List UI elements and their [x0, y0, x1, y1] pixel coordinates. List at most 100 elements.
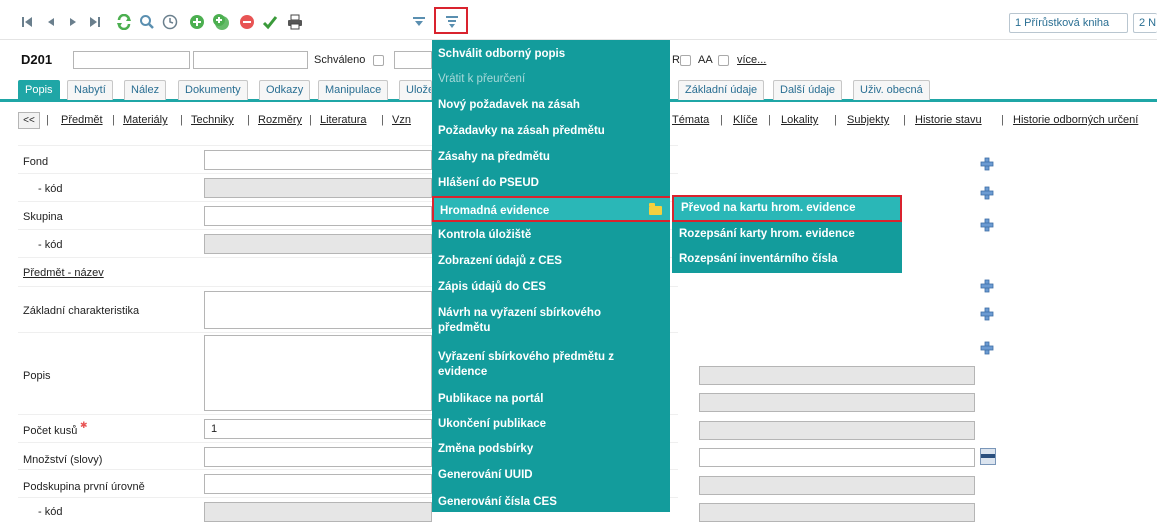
podskupina-right-field [699, 476, 975, 495]
podskupina-field[interactable] [204, 474, 432, 494]
schvaleno-label: Schváleno [314, 54, 366, 66]
menu-schvalit-odborny-popis[interactable]: Schválit odborný popis [438, 47, 565, 62]
copy-icon[interactable] [212, 13, 230, 31]
back-button[interactable]: << [18, 112, 40, 129]
fond-kod-field [204, 178, 432, 198]
menu-kontrola-uloziste[interactable]: Kontrola úložiště [438, 228, 531, 243]
record-field-3[interactable] [394, 51, 432, 69]
menu-ukonceni-publikace[interactable]: Ukončení publikace [438, 417, 546, 432]
predmet-nazev-add-icon[interactable] [980, 279, 994, 293]
tab-ulozeni[interactable]: Uložen [399, 80, 432, 100]
subnav-materialy[interactable]: Materiály [123, 114, 168, 126]
subnav-lokality[interactable]: Lokality [781, 114, 818, 126]
popis-field[interactable] [204, 335, 432, 411]
record-field-2[interactable] [193, 51, 308, 69]
submenu-prevod-na-kartu[interactable]: Převod na kartu hrom. evidence [672, 195, 902, 222]
fond-kod-add-icon[interactable] [980, 186, 994, 200]
popis-right-field-2 [699, 393, 975, 412]
subnav-subjekty[interactable]: Subjekty [847, 114, 889, 126]
next-icon[interactable] [64, 13, 82, 31]
tab-manipulace[interactable]: Manipulace [318, 80, 389, 100]
tab-nabyti[interactable]: Nabytí [67, 80, 113, 100]
tab-popis[interactable]: Popis [18, 80, 60, 100]
search-icon[interactable] [138, 13, 156, 31]
predmet-nazev-link[interactable]: Předmět - název [23, 267, 104, 279]
fond-field[interactable] [204, 150, 432, 170]
menu-zapis-ces[interactable]: Zápis údajů do CES [438, 280, 546, 295]
popis-label: Popis [23, 370, 51, 382]
fond-kod-label: - kód [38, 183, 63, 195]
subnav-klice[interactable]: Klíče [733, 114, 757, 126]
fond-add-icon[interactable] [980, 157, 994, 171]
podskupina-kod-label: - kód [38, 506, 63, 518]
pocet-kusu-field[interactable]: 1 [204, 419, 432, 439]
popis-add-icon[interactable] [980, 341, 994, 355]
zakladni-charakteristika-field[interactable] [204, 291, 432, 329]
subnav-predmet[interactable]: Předmět [61, 114, 103, 126]
r-label: R [672, 54, 680, 66]
pocet-kusu-label: Počet kusů [23, 425, 78, 437]
menu-vyrazeni-z-evidence[interactable]: Vyřazení sbírkového předmětu z evidence [438, 350, 648, 380]
tab-dalsi-udaje[interactable]: Další údaje [773, 80, 843, 100]
print-icon[interactable] [286, 13, 304, 31]
menu-generovani-cisla-ces[interactable]: Generování čísla CES [438, 495, 557, 510]
menu-vratit-k-preurceni: Vrátit k přeurčení [438, 73, 526, 85]
menu-generovani-uuid[interactable]: Generování UUID [438, 468, 533, 483]
aa-checkbox[interactable] [718, 55, 729, 66]
actions-menu: Schválit odborný popis Vrátit k přeurčen… [432, 40, 670, 512]
clock-icon[interactable] [161, 13, 179, 31]
prev-icon[interactable] [42, 13, 60, 31]
first-icon[interactable] [18, 13, 36, 31]
zakladni-char-add-icon[interactable] [980, 307, 994, 321]
menu-novy-pozadavek[interactable]: Nový požadavek na zásah [438, 98, 580, 113]
menu-pozadavky-na-zasah[interactable]: Požadavky na zásah předmětu [438, 124, 605, 139]
folder-icon [649, 203, 662, 215]
tab-dokumenty[interactable]: Dokumenty [178, 80, 248, 100]
mnozstvi-picker-icon[interactable] [980, 448, 996, 465]
record-field-1[interactable] [73, 51, 190, 69]
filter-icon[interactable] [410, 13, 428, 31]
prirustkova-kniha-button[interactable]: 1 Přírůstková kniha [1009, 13, 1128, 33]
subnav-techniky[interactable]: Techniky [191, 114, 234, 126]
tab-odkazy[interactable]: Odkazy [259, 80, 311, 100]
add-icon[interactable] [188, 13, 206, 31]
skupina-kod-field [204, 234, 432, 254]
menu-hromadna-evidence[interactable]: Hromadná evidence [432, 196, 670, 222]
menu-zasahy-na-predmetu[interactable]: Zásahy na předmětu [438, 150, 550, 165]
schvaleno-checkbox[interactable] [373, 55, 384, 66]
podskupina-label: Podskupina první úrovně [23, 481, 145, 493]
subnav-temata[interactable]: Témata [672, 114, 709, 126]
tab-nalez[interactable]: Nález [124, 80, 167, 100]
tab-uziv-obecna[interactable]: Uživ. obecná [853, 80, 930, 100]
record-code: D201 [21, 52, 53, 67]
subnav-historie-urceni[interactable]: Historie odborných určení [1013, 114, 1138, 126]
menu-zmena-podsbirky[interactable]: Změna podsbírky [438, 442, 533, 457]
second-book-button[interactable]: 2 N [1133, 13, 1157, 33]
submenu-rozepsani-karty[interactable]: Rozepsání karty hrom. evidence [679, 228, 855, 240]
skupina-add-icon[interactable] [980, 218, 994, 232]
aa-label: AA [698, 54, 713, 66]
hromadna-evidence-submenu: Převod na kartu hrom. evidence Rozepsání… [672, 195, 902, 273]
mnozstvi-field[interactable] [204, 447, 432, 467]
subnav-vzn[interactable]: Vzn [392, 114, 432, 126]
delete-icon[interactable] [238, 13, 256, 31]
subnav-literatura[interactable]: Literatura [320, 114, 366, 126]
required-asterisk: ✱ [80, 420, 88, 430]
podskupina-kod-field [204, 502, 432, 522]
check-icon[interactable] [261, 13, 279, 31]
menu-zobrazeni-ces[interactable]: Zobrazení údajů z CES [438, 254, 562, 269]
subnav-rozmery[interactable]: Rozměry [258, 114, 302, 126]
skupina-field[interactable] [204, 206, 432, 226]
refresh-icon[interactable] [115, 13, 133, 31]
r-checkbox[interactable] [680, 55, 691, 66]
last-icon[interactable] [86, 13, 104, 31]
subnav-historie-stavu[interactable]: Historie stavu [915, 114, 982, 126]
menu-publikace-na-portal[interactable]: Publikace na portál [438, 392, 543, 407]
menu-hlaseni-do-pseud[interactable]: Hlášení do PSEUD [438, 176, 539, 191]
mnozstvi-right-field[interactable] [699, 448, 975, 467]
tab-zakladni-udaje[interactable]: Základní údaje [678, 80, 765, 100]
vice-link[interactable]: více... [737, 54, 766, 66]
menu-navrh-na-vyrazeni[interactable]: Návrh na vyřazení sbírkového předmětu [438, 306, 638, 336]
filter-menu-highlight [434, 7, 468, 34]
submenu-rozepsani-inventarniho-cisla[interactable]: Rozepsání inventárního čísla [679, 253, 837, 265]
